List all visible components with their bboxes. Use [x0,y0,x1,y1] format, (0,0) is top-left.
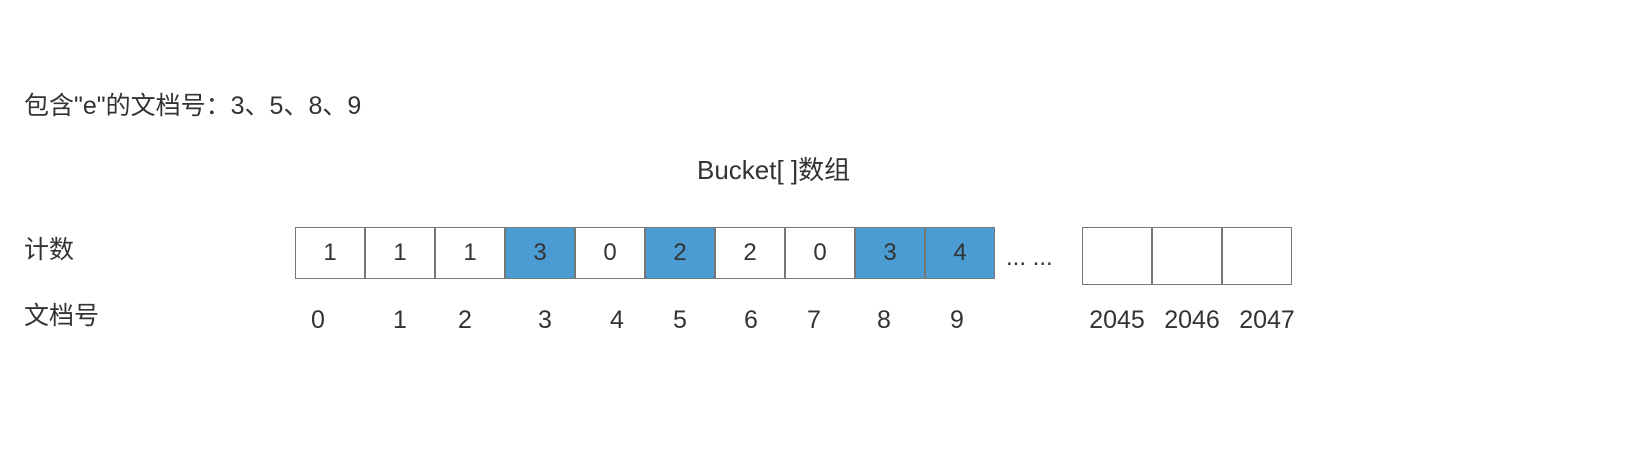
count-row-label: 计数 [24,236,75,264]
bucket-cell-2045 [1082,227,1152,285]
caption: 包含"e"的文档号：3、5、8、9 [24,92,362,120]
bucket-count: 0 [603,239,617,266]
bucket-cell-0: 1 [295,227,365,279]
doc-id-index: 6 [744,306,758,334]
bucket-count: 1 [463,239,477,266]
bucket-count: 2 [673,239,687,266]
doc-id-index: 5 [673,306,687,334]
doc-id-index: 4 [610,306,624,334]
bucket-count: 4 [953,239,967,266]
bucket-cell-9: 4 [925,227,995,279]
doc-id-row-label: 文档号 [24,302,100,330]
bucket-count: 2 [743,239,757,266]
doc-id-index: 2 [458,306,472,334]
doc-id-index: 0 [311,306,325,334]
doc-id-index: 8 [877,306,891,334]
bucket-cell-2: 1 [435,227,505,279]
bucket-count: 3 [533,239,547,266]
array-title: Bucket[ ]数组 [697,155,851,185]
doc-id-index: 1 [393,306,407,334]
ellipsis: ... ... [1006,244,1053,271]
bucket-cell-2047 [1222,227,1292,285]
bucket-cell-2046 [1152,227,1222,285]
bucket-cell-5: 2 [645,227,715,279]
bucket-count: 0 [813,239,827,266]
doc-id-index: 7 [807,306,821,334]
bucket-cell-8: 3 [855,227,925,279]
doc-id-index: 2047 [1239,306,1295,334]
bucket-cell-4: 0 [575,227,645,279]
bucket-cell-1: 1 [365,227,435,279]
doc-id-index: 9 [950,306,964,334]
bucket-cell-6: 2 [715,227,785,279]
bucket-cell-7: 0 [785,227,855,279]
bucket-count: 1 [323,239,337,266]
bucket-cell-3: 3 [505,227,575,279]
doc-id-index: 3 [538,306,552,334]
bucket-count: 1 [393,239,407,266]
doc-id-index: 2045 [1089,306,1145,334]
doc-id-index: 2046 [1164,306,1220,334]
bucket-count: 3 [883,239,897,266]
